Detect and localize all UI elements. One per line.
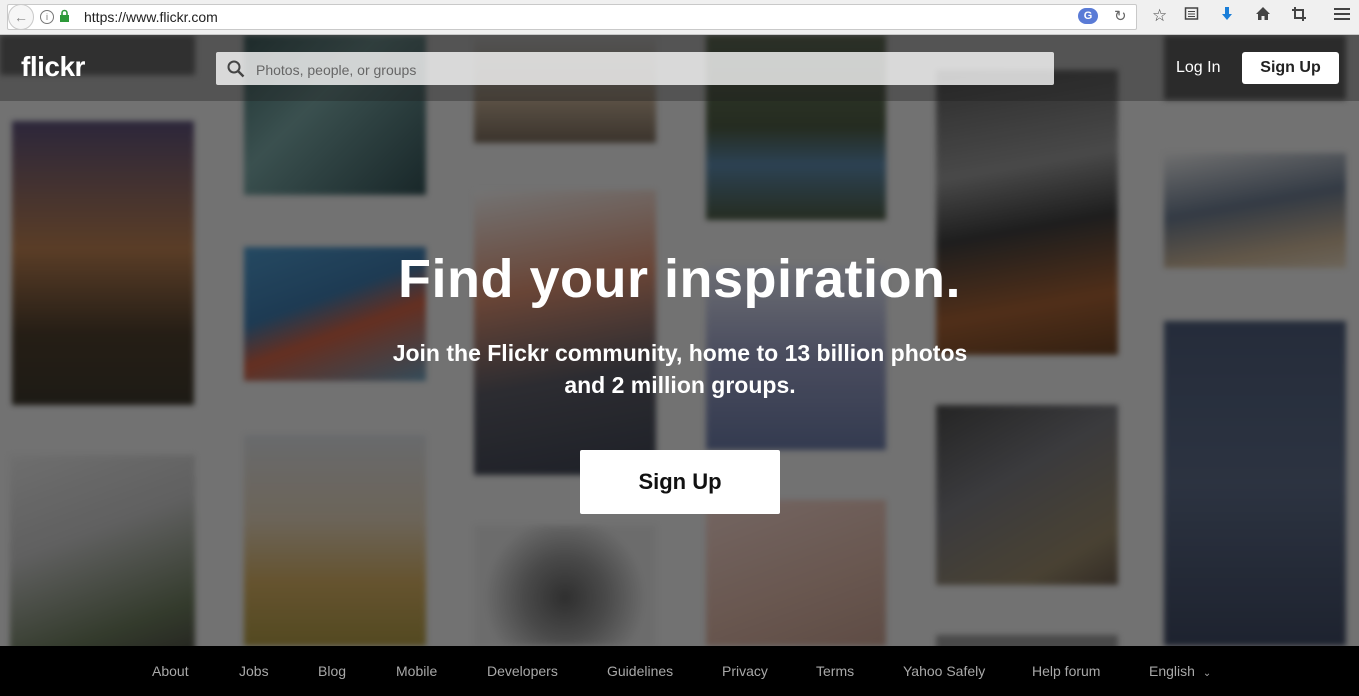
bookmark-star-icon[interactable]: ☆ <box>1152 6 1167 26</box>
footer-link-jobs[interactable]: Jobs <box>239 663 269 679</box>
url-text[interactable]: https://www.flickr.com <box>84 9 218 25</box>
hero-title: Find your inspiration. <box>398 249 961 309</box>
menu-icon[interactable] <box>1334 6 1350 26</box>
footer-link-guidelines[interactable]: Guidelines <box>607 663 673 679</box>
footer-link-mobile[interactable]: Mobile <box>396 663 437 679</box>
search-input[interactable] <box>254 52 1038 87</box>
reload-icon[interactable]: ↻ <box>1114 7 1127 25</box>
footer-link-privacy[interactable]: Privacy <box>722 663 768 679</box>
language-label: English <box>1149 663 1195 679</box>
site-header: flickr Log In Sign Up <box>0 35 1359 101</box>
site-footer: About Jobs Blog Mobile Developers Guidel… <box>0 646 1359 696</box>
extension-g-icon[interactable]: G <box>1078 8 1098 24</box>
lock-icon <box>59 9 70 28</box>
footer-link-yahoo-safely[interactable]: Yahoo Safely <box>903 663 985 679</box>
flickr-logo[interactable]: flickr <box>21 51 85 83</box>
footer-link-help-forum[interactable]: Help forum <box>1032 663 1100 679</box>
search-box[interactable] <box>216 52 1054 87</box>
footer-link-developers[interactable]: Developers <box>487 663 558 679</box>
home-icon[interactable] <box>1255 6 1271 26</box>
signup-button-header[interactable]: Sign Up <box>1242 52 1339 84</box>
download-icon[interactable] <box>1219 6 1235 27</box>
reading-list-icon[interactable] <box>1184 6 1199 26</box>
browser-toolbar: ← i https://www.flickr.com G ↻ ☆ <box>0 0 1359 35</box>
screenshot-icon[interactable] <box>1291 6 1307 27</box>
footer-link-terms[interactable]: Terms <box>816 663 854 679</box>
signup-button-hero[interactable]: Sign Up <box>580 450 780 514</box>
address-bar[interactable]: ← i https://www.flickr.com G ↻ <box>7 4 1137 30</box>
back-arrow-icon: ← <box>14 9 28 25</box>
back-button[interactable]: ← <box>8 4 34 30</box>
footer-link-about[interactable]: About <box>152 663 189 679</box>
info-icon[interactable]: i <box>40 10 54 24</box>
language-selector[interactable]: English ⌄ <box>1149 663 1211 679</box>
hero-subtitle: Join the Flickr community, home to 13 bi… <box>392 340 968 398</box>
footer-link-blog[interactable]: Blog <box>318 663 346 679</box>
login-link[interactable]: Log In <box>1176 59 1220 77</box>
chevron-down-icon: ⌄ <box>1202 668 1212 679</box>
search-icon <box>227 60 245 83</box>
